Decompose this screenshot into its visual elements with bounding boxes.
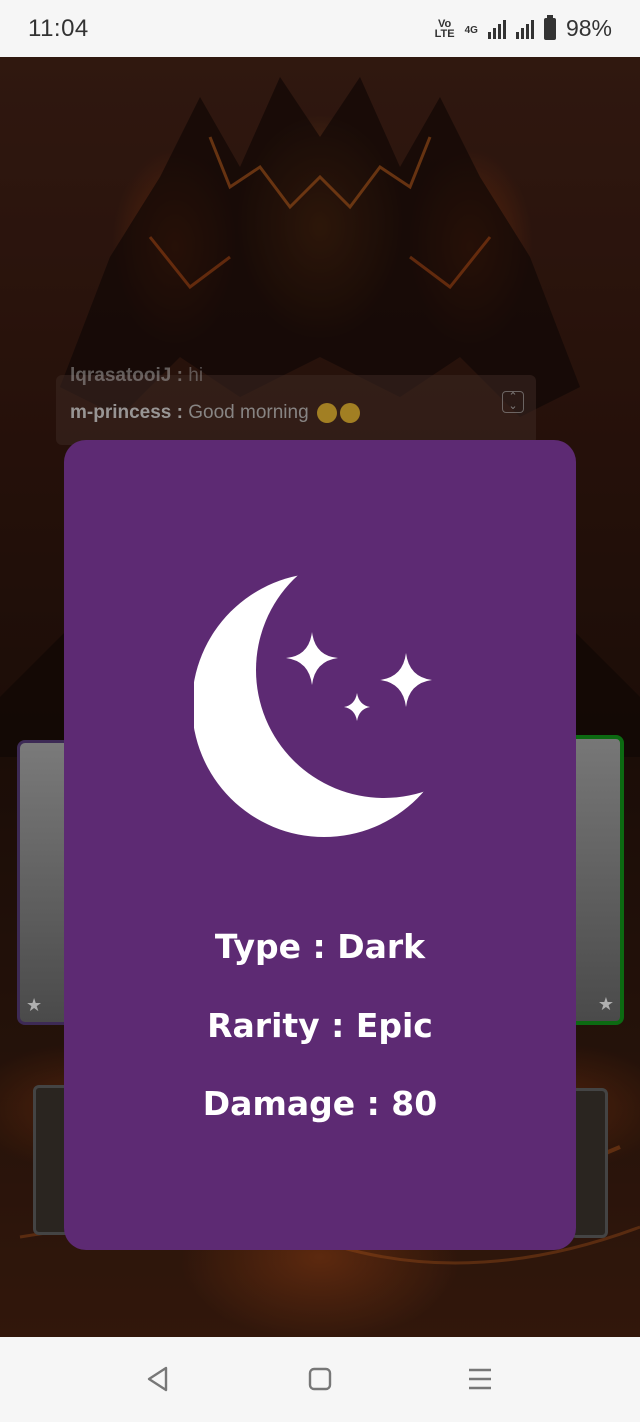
- chat-username: lqrasatooiJ :: [70, 365, 183, 386]
- status-icons: Vo LTE 4G 98%: [434, 14, 612, 42]
- chat-scroll-icon[interactable]: ⌃ ⌄: [502, 391, 524, 413]
- status-bar: 11:04 Vo LTE 4G 98%: [0, 0, 640, 57]
- volte-icon: Vo LTE: [434, 17, 455, 40]
- card-rarity: Rarity : Epic: [207, 1006, 433, 1045]
- chat-text: hi: [188, 365, 204, 386]
- screen: 11:04 Vo LTE 4G 98% lqrasatooiJ: hi m-p…: [0, 0, 640, 1422]
- crescent-moon-stars-icon: [194, 573, 454, 837]
- chat-username: m-princess :: [70, 402, 183, 423]
- back-triangle-icon[interactable]: [144, 1365, 172, 1393]
- chat-text: Good morning: [188, 402, 309, 423]
- battery-icon: [543, 14, 556, 40]
- network-type: 4G: [464, 25, 478, 36]
- battery-percent: 98%: [565, 15, 612, 41]
- volte-bottom-text: LTE: [434, 27, 455, 40]
- chat-message: lqrasatooiJ : hi: [70, 365, 203, 387]
- menu-lines-icon[interactable]: [466, 1365, 494, 1393]
- card-damage: Damage : 80: [202, 1084, 438, 1123]
- chat-box: lqrasatooiJ : hi m-princess : Good morni…: [56, 365, 536, 445]
- home-square-icon[interactable]: [306, 1365, 334, 1393]
- star-icon: ★: [26, 995, 43, 1015]
- signal-icon-2: [515, 19, 534, 39]
- signal-icon: [487, 19, 506, 39]
- chat-message: m-princess : Good morning: [70, 402, 360, 424]
- star-icon: ★: [597, 994, 614, 1014]
- card-type: Type : Dark: [214, 927, 426, 966]
- volte-top-text: Vo: [438, 17, 452, 30]
- sun-emoji-icon: [316, 402, 337, 423]
- element-info-card[interactable]: Type : Dark Rarity : Epic Damage : 80: [64, 440, 576, 1250]
- sun-emoji-icon: [339, 402, 360, 423]
- status-time: 11:04: [28, 14, 89, 42]
- navigation-bar: [0, 1337, 640, 1422]
